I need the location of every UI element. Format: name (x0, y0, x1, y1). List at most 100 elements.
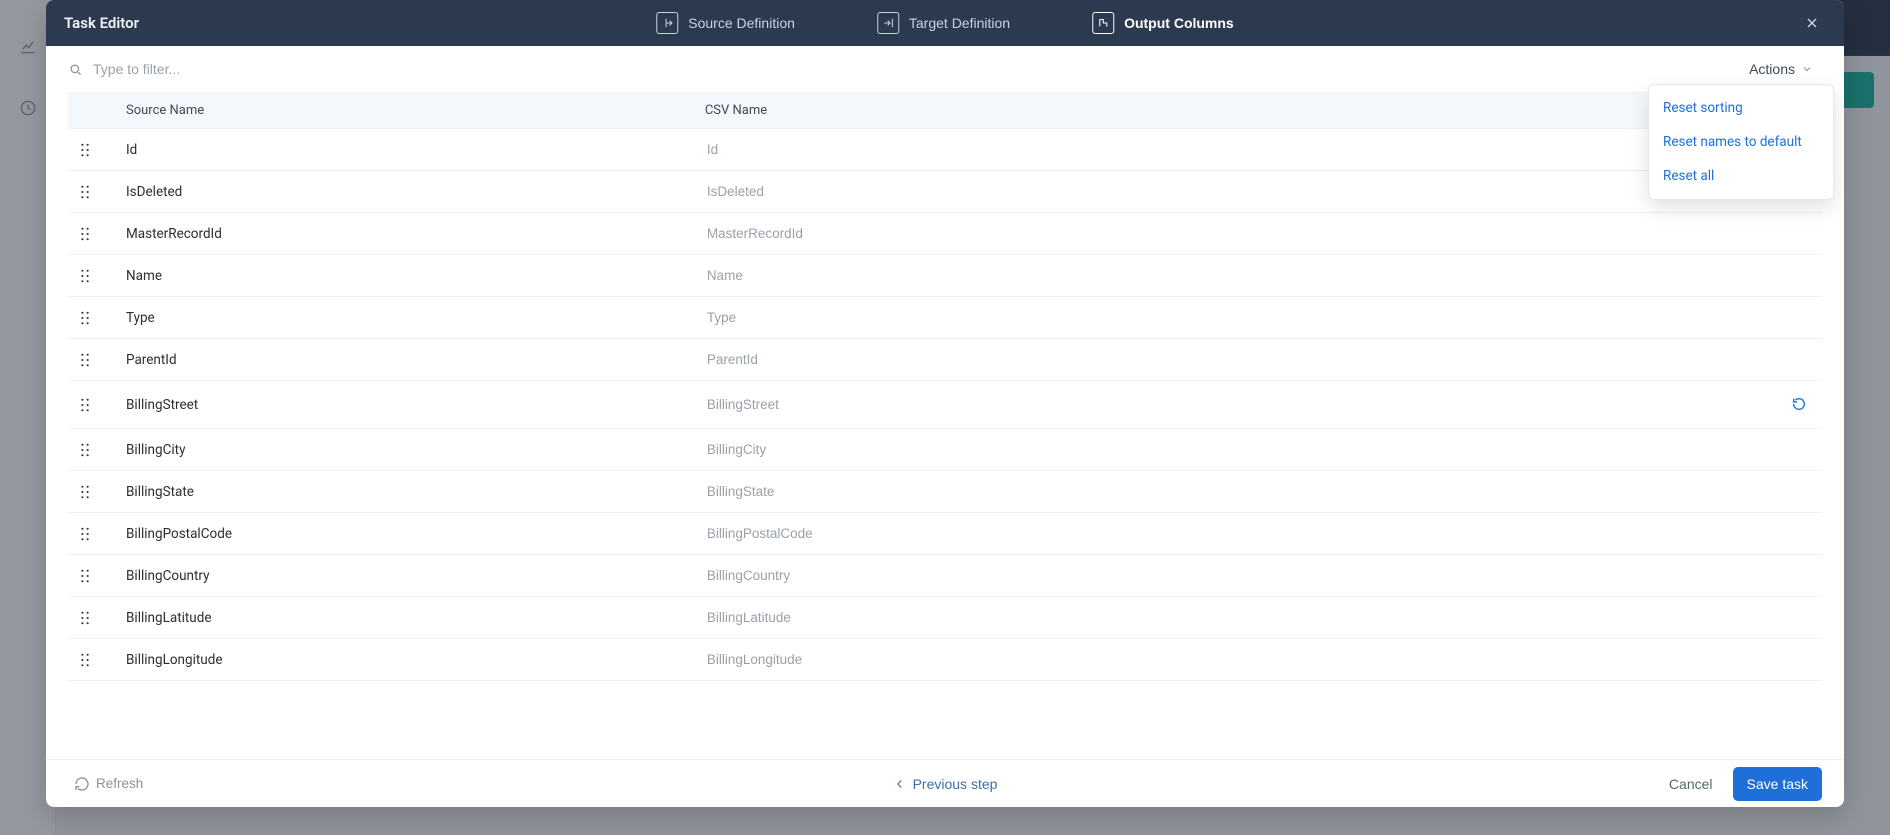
source-name-cell: BillingCountry (114, 555, 693, 597)
cancel-button[interactable]: Cancel (1663, 775, 1719, 793)
reset-cell (1776, 255, 1822, 297)
table-row: BillingLatitude (68, 597, 1822, 639)
csv-name-cell (693, 555, 1776, 597)
reset-cell (1776, 555, 1822, 597)
csv-name-input[interactable] (705, 567, 1764, 584)
refresh-icon (74, 776, 90, 792)
table-row: IsDeleted (68, 171, 1822, 213)
source-name-cell: ParentId (114, 339, 693, 381)
csv-name-cell (693, 381, 1776, 429)
drag-handle[interactable] (68, 213, 114, 255)
reset-cell (1776, 597, 1822, 639)
table-row: BillingCountry (68, 555, 1822, 597)
reset-cell (1776, 297, 1822, 339)
csv-name-cell (693, 297, 1776, 339)
actions-dropdown-button[interactable]: Actions (1740, 54, 1822, 84)
dropdown-item-reset-names-to-default[interactable]: Reset names to default (1649, 125, 1833, 159)
csv-name-input[interactable] (705, 609, 1764, 626)
reset-cell (1776, 381, 1822, 429)
table-body: IdIsDeletedMasterRecordIdNameTypeParentI… (68, 129, 1822, 681)
filter-input[interactable] (91, 60, 351, 78)
previous-step-button[interactable]: Previous step (887, 775, 1004, 793)
csv-name-cell (693, 513, 1776, 555)
csv-name-input[interactable] (705, 309, 1764, 326)
drag-handle[interactable] (68, 639, 114, 681)
reset-cell (1776, 471, 1822, 513)
table-scroll[interactable]: Source Name CSV Name IdIsDeletedMasterRe… (46, 92, 1844, 759)
source-name-cell: Type (114, 297, 693, 339)
source-name-cell: IsDeleted (114, 171, 693, 213)
source-name-cell: Id (114, 129, 693, 171)
source-name-cell: BillingCity (114, 429, 693, 471)
header-handle (68, 92, 114, 129)
reset-cell (1776, 429, 1822, 471)
tab-label: Source Definition (688, 15, 795, 31)
reset-cell (1776, 513, 1822, 555)
csv-name-input[interactable] (705, 483, 1764, 500)
csv-name-input[interactable] (705, 183, 1764, 200)
dropdown-item-reset-sorting[interactable]: Reset sorting (1649, 91, 1833, 125)
drag-handle[interactable] (68, 381, 114, 429)
drag-handle[interactable] (68, 171, 114, 213)
csv-name-input[interactable] (705, 525, 1764, 542)
task-editor-modal: Task Editor Source Definition Target Defi… (46, 0, 1844, 807)
refresh-label: Refresh (96, 776, 143, 791)
table-row: MasterRecordId (68, 213, 1822, 255)
header-source-name[interactable]: Source Name (114, 92, 693, 129)
modal-title: Task Editor (64, 14, 284, 32)
drag-handle[interactable] (68, 129, 114, 171)
target-icon (877, 12, 899, 34)
actions-dropdown: Reset sortingReset names to defaultReset… (1648, 84, 1834, 200)
drag-handle[interactable] (68, 471, 114, 513)
table-row: BillingState (68, 471, 1822, 513)
csv-name-input[interactable] (705, 651, 1764, 668)
chevron-left-icon (893, 777, 907, 791)
header-csv-name[interactable]: CSV Name (693, 92, 1776, 129)
table-row: BillingCity (68, 429, 1822, 471)
tab-target-definition[interactable]: Target Definition (871, 11, 1016, 35)
drag-handle[interactable] (68, 339, 114, 381)
table-row: Type (68, 297, 1822, 339)
modal-footer: Refresh Previous step Cancel Save task (46, 759, 1844, 807)
reset-cell (1776, 213, 1822, 255)
source-icon (656, 12, 678, 34)
drag-handle[interactable] (68, 597, 114, 639)
source-name-cell: BillingLatitude (114, 597, 693, 639)
drag-handle[interactable] (68, 255, 114, 297)
drag-handle[interactable] (68, 555, 114, 597)
table-row: BillingStreet (68, 381, 1822, 429)
search-wrapper (68, 60, 351, 78)
source-name-cell: MasterRecordId (114, 213, 693, 255)
reset-cell (1776, 639, 1822, 681)
csv-name-cell (693, 255, 1776, 297)
drag-handle[interactable] (68, 513, 114, 555)
csv-name-input[interactable] (705, 141, 1764, 158)
modal-header: Task Editor Source Definition Target Defi… (46, 0, 1844, 46)
tab-source-definition[interactable]: Source Definition (650, 11, 801, 35)
save-task-button[interactable]: Save task (1733, 767, 1822, 801)
table-row: Name (68, 255, 1822, 297)
csv-name-input[interactable] (705, 267, 1764, 284)
tab-label: Output Columns (1124, 15, 1234, 31)
csv-name-cell (693, 597, 1776, 639)
close-button[interactable] (1798, 9, 1826, 37)
csv-name-input[interactable] (705, 441, 1764, 458)
tab-output-columns[interactable]: Output Columns (1086, 11, 1240, 35)
refresh-button[interactable]: Refresh (68, 775, 149, 793)
csv-name-cell (693, 339, 1776, 381)
csv-name-input[interactable] (705, 225, 1764, 242)
table-row: ParentId (68, 339, 1822, 381)
drag-handle[interactable] (68, 429, 114, 471)
source-name-cell: BillingStreet (114, 381, 693, 429)
csv-name-input[interactable] (705, 351, 1764, 368)
csv-name-input[interactable] (705, 396, 1764, 413)
table-row: Id (68, 129, 1822, 171)
search-icon (68, 62, 83, 77)
csv-name-cell (693, 639, 1776, 681)
source-name-cell: BillingLongitude (114, 639, 693, 681)
reset-row-button[interactable] (1788, 393, 1810, 415)
csv-name-cell (693, 429, 1776, 471)
dropdown-item-reset-all[interactable]: Reset all (1649, 159, 1833, 193)
drag-handle[interactable] (68, 297, 114, 339)
columns-table: Source Name CSV Name IdIsDeletedMasterRe… (68, 92, 1822, 681)
